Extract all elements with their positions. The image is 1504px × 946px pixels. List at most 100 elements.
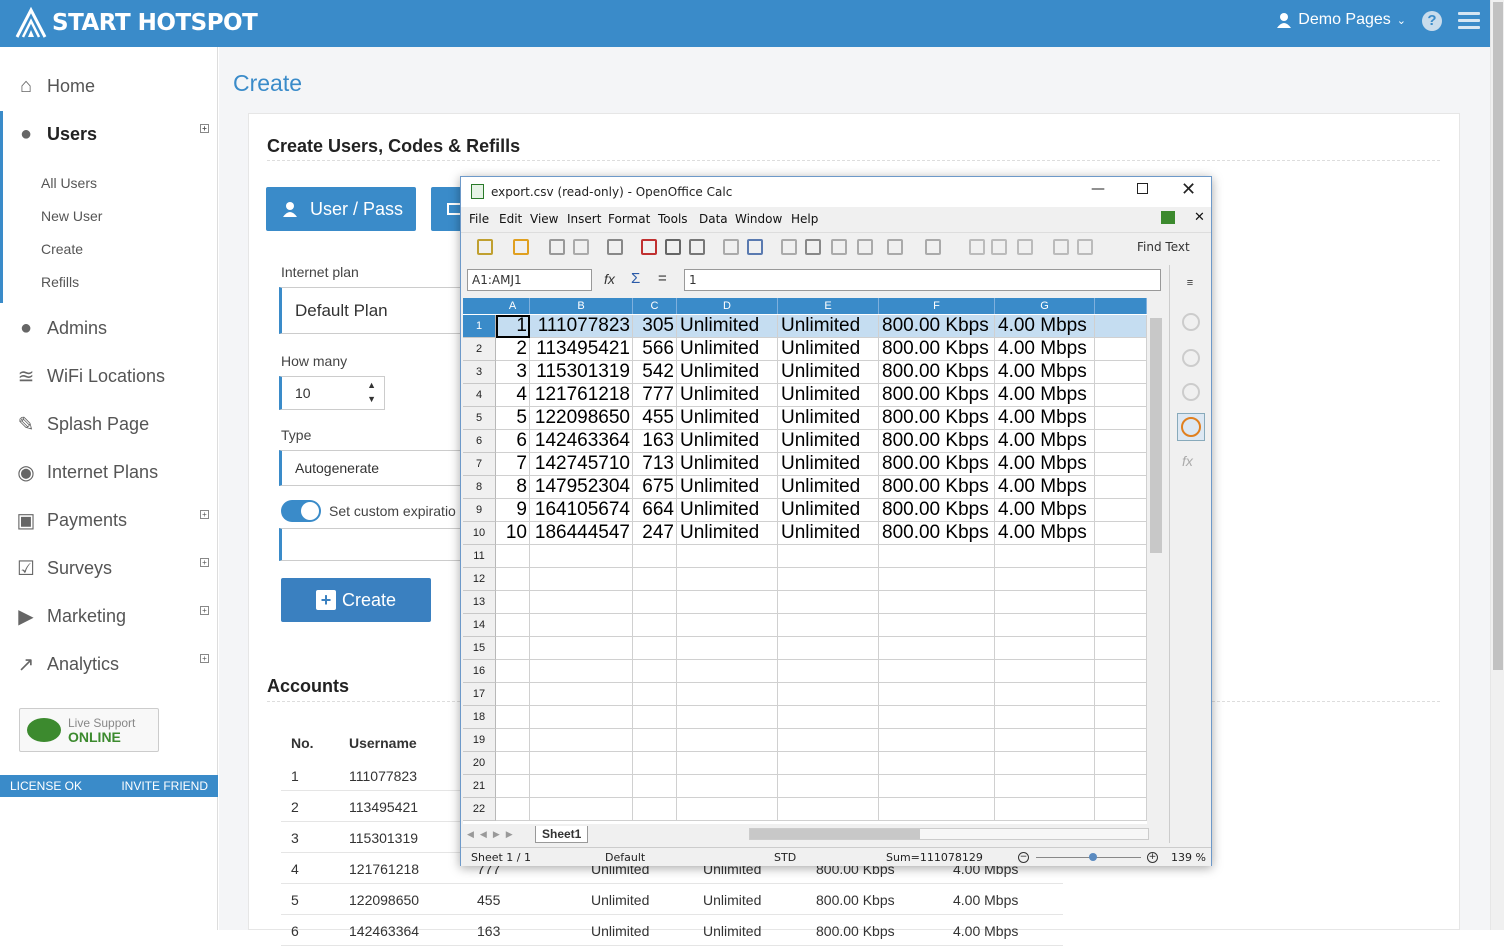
grid-cell[interactable] bbox=[778, 775, 879, 798]
row-header[interactable]: 2 bbox=[463, 338, 496, 361]
grid-cell[interactable] bbox=[879, 637, 995, 660]
grid-cell[interactable] bbox=[995, 637, 1095, 660]
grid-cell[interactable]: 800.00 Kbps bbox=[879, 430, 995, 453]
grid-cell[interactable] bbox=[677, 775, 778, 798]
grid-cell[interactable] bbox=[995, 591, 1095, 614]
grid-cell[interactable] bbox=[496, 637, 530, 660]
grid-cell[interactable] bbox=[995, 706, 1095, 729]
cut-icon[interactable] bbox=[781, 239, 797, 255]
autospell-icon[interactable] bbox=[747, 239, 763, 255]
grid-cell[interactable] bbox=[778, 545, 879, 568]
grid-cell[interactable] bbox=[778, 706, 879, 729]
grid-cell[interactable]: 4 bbox=[496, 384, 530, 407]
row-header[interactable]: 6 bbox=[463, 430, 496, 453]
grid-cell[interactable] bbox=[633, 729, 677, 752]
grid-cell[interactable] bbox=[1095, 476, 1147, 499]
grid-cell[interactable] bbox=[879, 545, 995, 568]
grid-cell[interactable]: 800.00 Kbps bbox=[879, 361, 995, 384]
find-text-box[interactable]: Find Text bbox=[1137, 240, 1190, 254]
grid-cell[interactable] bbox=[1095, 545, 1147, 568]
column-header-extra[interactable] bbox=[1095, 298, 1147, 314]
grid-cell[interactable]: Unlimited bbox=[677, 315, 778, 338]
grid-cell[interactable] bbox=[496, 683, 530, 706]
row-header[interactable]: 22 bbox=[463, 798, 496, 821]
grid-cell[interactable]: 1 bbox=[496, 315, 530, 338]
grid-cell[interactable]: 4.00 Mbps bbox=[995, 430, 1095, 453]
grid-cell[interactable] bbox=[633, 614, 677, 637]
copy-icon[interactable] bbox=[805, 239, 821, 255]
grid-cell[interactable] bbox=[530, 591, 633, 614]
grid-cell[interactable]: 800.00 Kbps bbox=[879, 522, 995, 545]
sidebar-item-users[interactable]: ● Users + bbox=[0, 110, 218, 158]
grid-cell[interactable] bbox=[633, 752, 677, 775]
grid-cell[interactable]: 777 bbox=[633, 384, 677, 407]
grid-cell[interactable]: 4.00 Mbps bbox=[995, 384, 1095, 407]
grid-cell[interactable] bbox=[1095, 315, 1147, 338]
expand-icon[interactable]: + bbox=[200, 124, 209, 133]
row-header[interactable]: 7 bbox=[463, 453, 496, 476]
open-icon[interactable] bbox=[513, 239, 529, 255]
grid-cell[interactable]: 122098650 bbox=[530, 407, 633, 430]
grid-cell[interactable] bbox=[677, 637, 778, 660]
grid-cell[interactable] bbox=[778, 660, 879, 683]
row-header[interactable]: 8 bbox=[463, 476, 496, 499]
sidebar-item-home[interactable]: ⌂ Home bbox=[0, 62, 218, 110]
grid-cell[interactable] bbox=[995, 729, 1095, 752]
grid-cell[interactable] bbox=[879, 568, 995, 591]
grid-cell[interactable] bbox=[633, 706, 677, 729]
grid-cell[interactable] bbox=[496, 545, 530, 568]
grid-cell[interactable]: Unlimited bbox=[778, 522, 879, 545]
properties-icon[interactable] bbox=[1182, 313, 1200, 331]
horizontal-scrollbar[interactable] bbox=[749, 828, 1149, 840]
grid-cell[interactable]: 164105674 bbox=[530, 499, 633, 522]
grid-cell[interactable]: 7 bbox=[496, 453, 530, 476]
grid-cell[interactable]: 142463364 bbox=[530, 430, 633, 453]
grid-cell[interactable]: 9 bbox=[496, 499, 530, 522]
grid-cell[interactable]: 4.00 Mbps bbox=[995, 338, 1095, 361]
grid-cell[interactable]: 111077823 bbox=[530, 315, 633, 338]
close-icon[interactable]: ✕ bbox=[1181, 179, 1196, 200]
row-header[interactable]: 1 bbox=[463, 315, 496, 338]
grid-cell[interactable] bbox=[530, 637, 633, 660]
minimize-icon[interactable]: — bbox=[1091, 181, 1105, 197]
grid-cell[interactable]: 142745710 bbox=[530, 453, 633, 476]
howmany-input[interactable]: 10 ▲ ▼ bbox=[279, 376, 385, 410]
grid-cell[interactable] bbox=[530, 614, 633, 637]
column-header-g[interactable]: G bbox=[995, 298, 1095, 314]
hyperlink-icon[interactable] bbox=[969, 239, 985, 255]
grid-cell[interactable]: 4.00 Mbps bbox=[995, 361, 1095, 384]
grid-cell[interactable]: 455 bbox=[633, 407, 677, 430]
grid-cell[interactable] bbox=[530, 706, 633, 729]
stepper-icon[interactable]: ▲ ▼ bbox=[367, 378, 376, 406]
menu-insert[interactable]: Insert bbox=[567, 212, 601, 226]
column-header-c[interactable]: C bbox=[633, 298, 677, 314]
grid-cell[interactable] bbox=[633, 798, 677, 821]
grid-cell[interactable]: 147952304 bbox=[530, 476, 633, 499]
grid-cell[interactable]: Unlimited bbox=[677, 384, 778, 407]
grid-cell[interactable]: Unlimited bbox=[778, 384, 879, 407]
sheet-tab[interactable]: Sheet1 bbox=[535, 826, 589, 843]
grid-cell[interactable] bbox=[530, 545, 633, 568]
expand-icon[interactable]: + bbox=[200, 510, 209, 519]
spellcheck-icon[interactable] bbox=[723, 239, 739, 255]
grid-cell[interactable] bbox=[1095, 729, 1147, 752]
grid-cell[interactable]: 800.00 Kbps bbox=[879, 315, 995, 338]
grid-cell[interactable] bbox=[1095, 683, 1147, 706]
equals-icon[interactable]: = bbox=[658, 270, 667, 287]
zoom-out-icon[interactable]: − bbox=[1018, 852, 1029, 863]
sidebar-sub-all-users[interactable]: All Users bbox=[41, 175, 97, 191]
grid-cell[interactable]: 5 bbox=[496, 407, 530, 430]
grid-cell[interactable] bbox=[1095, 453, 1147, 476]
grid-cell[interactable] bbox=[778, 729, 879, 752]
grid-cell[interactable]: 800.00 Kbps bbox=[879, 499, 995, 522]
row-header[interactable]: 13 bbox=[463, 591, 496, 614]
row-header[interactable]: 12 bbox=[463, 568, 496, 591]
grid-cell[interactable] bbox=[778, 752, 879, 775]
grid-cell[interactable] bbox=[879, 660, 995, 683]
grid-cell[interactable]: 4.00 Mbps bbox=[995, 476, 1095, 499]
row-header[interactable]: 3 bbox=[463, 361, 496, 384]
grid-cell[interactable] bbox=[677, 683, 778, 706]
grid-cell[interactable] bbox=[879, 591, 995, 614]
grid-cell[interactable] bbox=[530, 660, 633, 683]
spreadsheet-grid[interactable]: A B C D E F G 1 1 111077823 305 Unlimited Unlimited 8… bbox=[463, 298, 1147, 824]
